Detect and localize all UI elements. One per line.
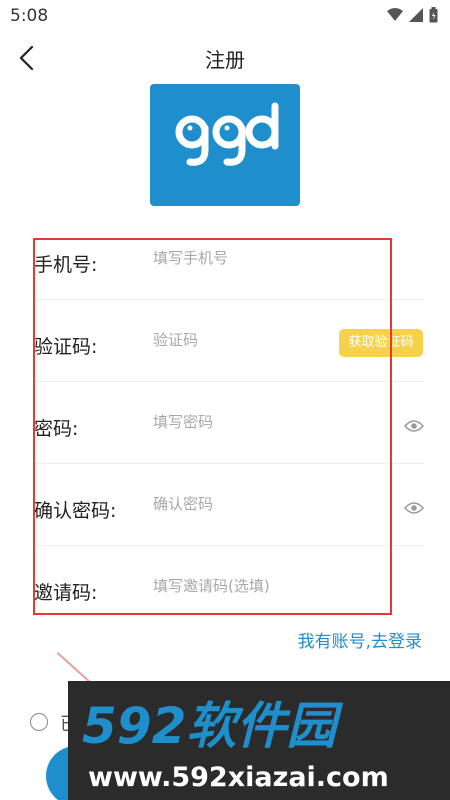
phone-label: 手机号:	[34, 254, 98, 276]
get-verification-code-button[interactable]: 获取验证码	[339, 329, 423, 357]
eye-icon[interactable]	[404, 501, 424, 515]
watermark-graphic: 592软件园 www.592xiazai.com	[82, 697, 389, 793]
watermark-url: www.592xiazai.com	[88, 762, 389, 793]
password-label: 密码:	[34, 418, 79, 440]
password-input[interactable]	[153, 407, 353, 437]
watermark-overlay: 592软件园 www.592xiazai.com	[68, 681, 450, 800]
status-bar: 5:08	[0, 0, 450, 32]
password-row: 密码:	[34, 382, 424, 464]
confirm-password-label: 确认密码:	[34, 500, 117, 522]
page-title: 注册	[205, 48, 245, 72]
invite-code-label: 邀请码:	[34, 582, 98, 604]
ggd-logo-mark	[175, 102, 279, 166]
nav-bar: 注册	[0, 36, 450, 80]
verification-code-input[interactable]	[153, 325, 353, 355]
confirm-password-row: 确认密码:	[34, 464, 424, 546]
invite-code-row: 邀请码:	[34, 546, 424, 628]
eye-icon[interactable]	[404, 419, 424, 433]
battery-icon	[429, 7, 438, 23]
watermark-brand: 592软件园	[82, 697, 343, 755]
phone-row: 手机号:	[34, 218, 424, 300]
verification-code-label: 验证码:	[34, 336, 98, 358]
agreement-radio[interactable]	[30, 713, 48, 731]
phone-input[interactable]	[153, 243, 353, 273]
status-time: 5:08	[10, 6, 49, 26]
cellular-icon	[409, 8, 423, 22]
verification-code-row: 验证码: 获取验证码	[34, 300, 424, 382]
go-to-login-link[interactable]: 我有账号,去登录	[298, 627, 422, 652]
invite-code-input[interactable]	[153, 571, 353, 601]
status-icons	[387, 7, 438, 23]
wifi-icon	[387, 8, 403, 21]
confirm-password-input[interactable]	[153, 489, 353, 519]
app-logo	[150, 84, 300, 206]
